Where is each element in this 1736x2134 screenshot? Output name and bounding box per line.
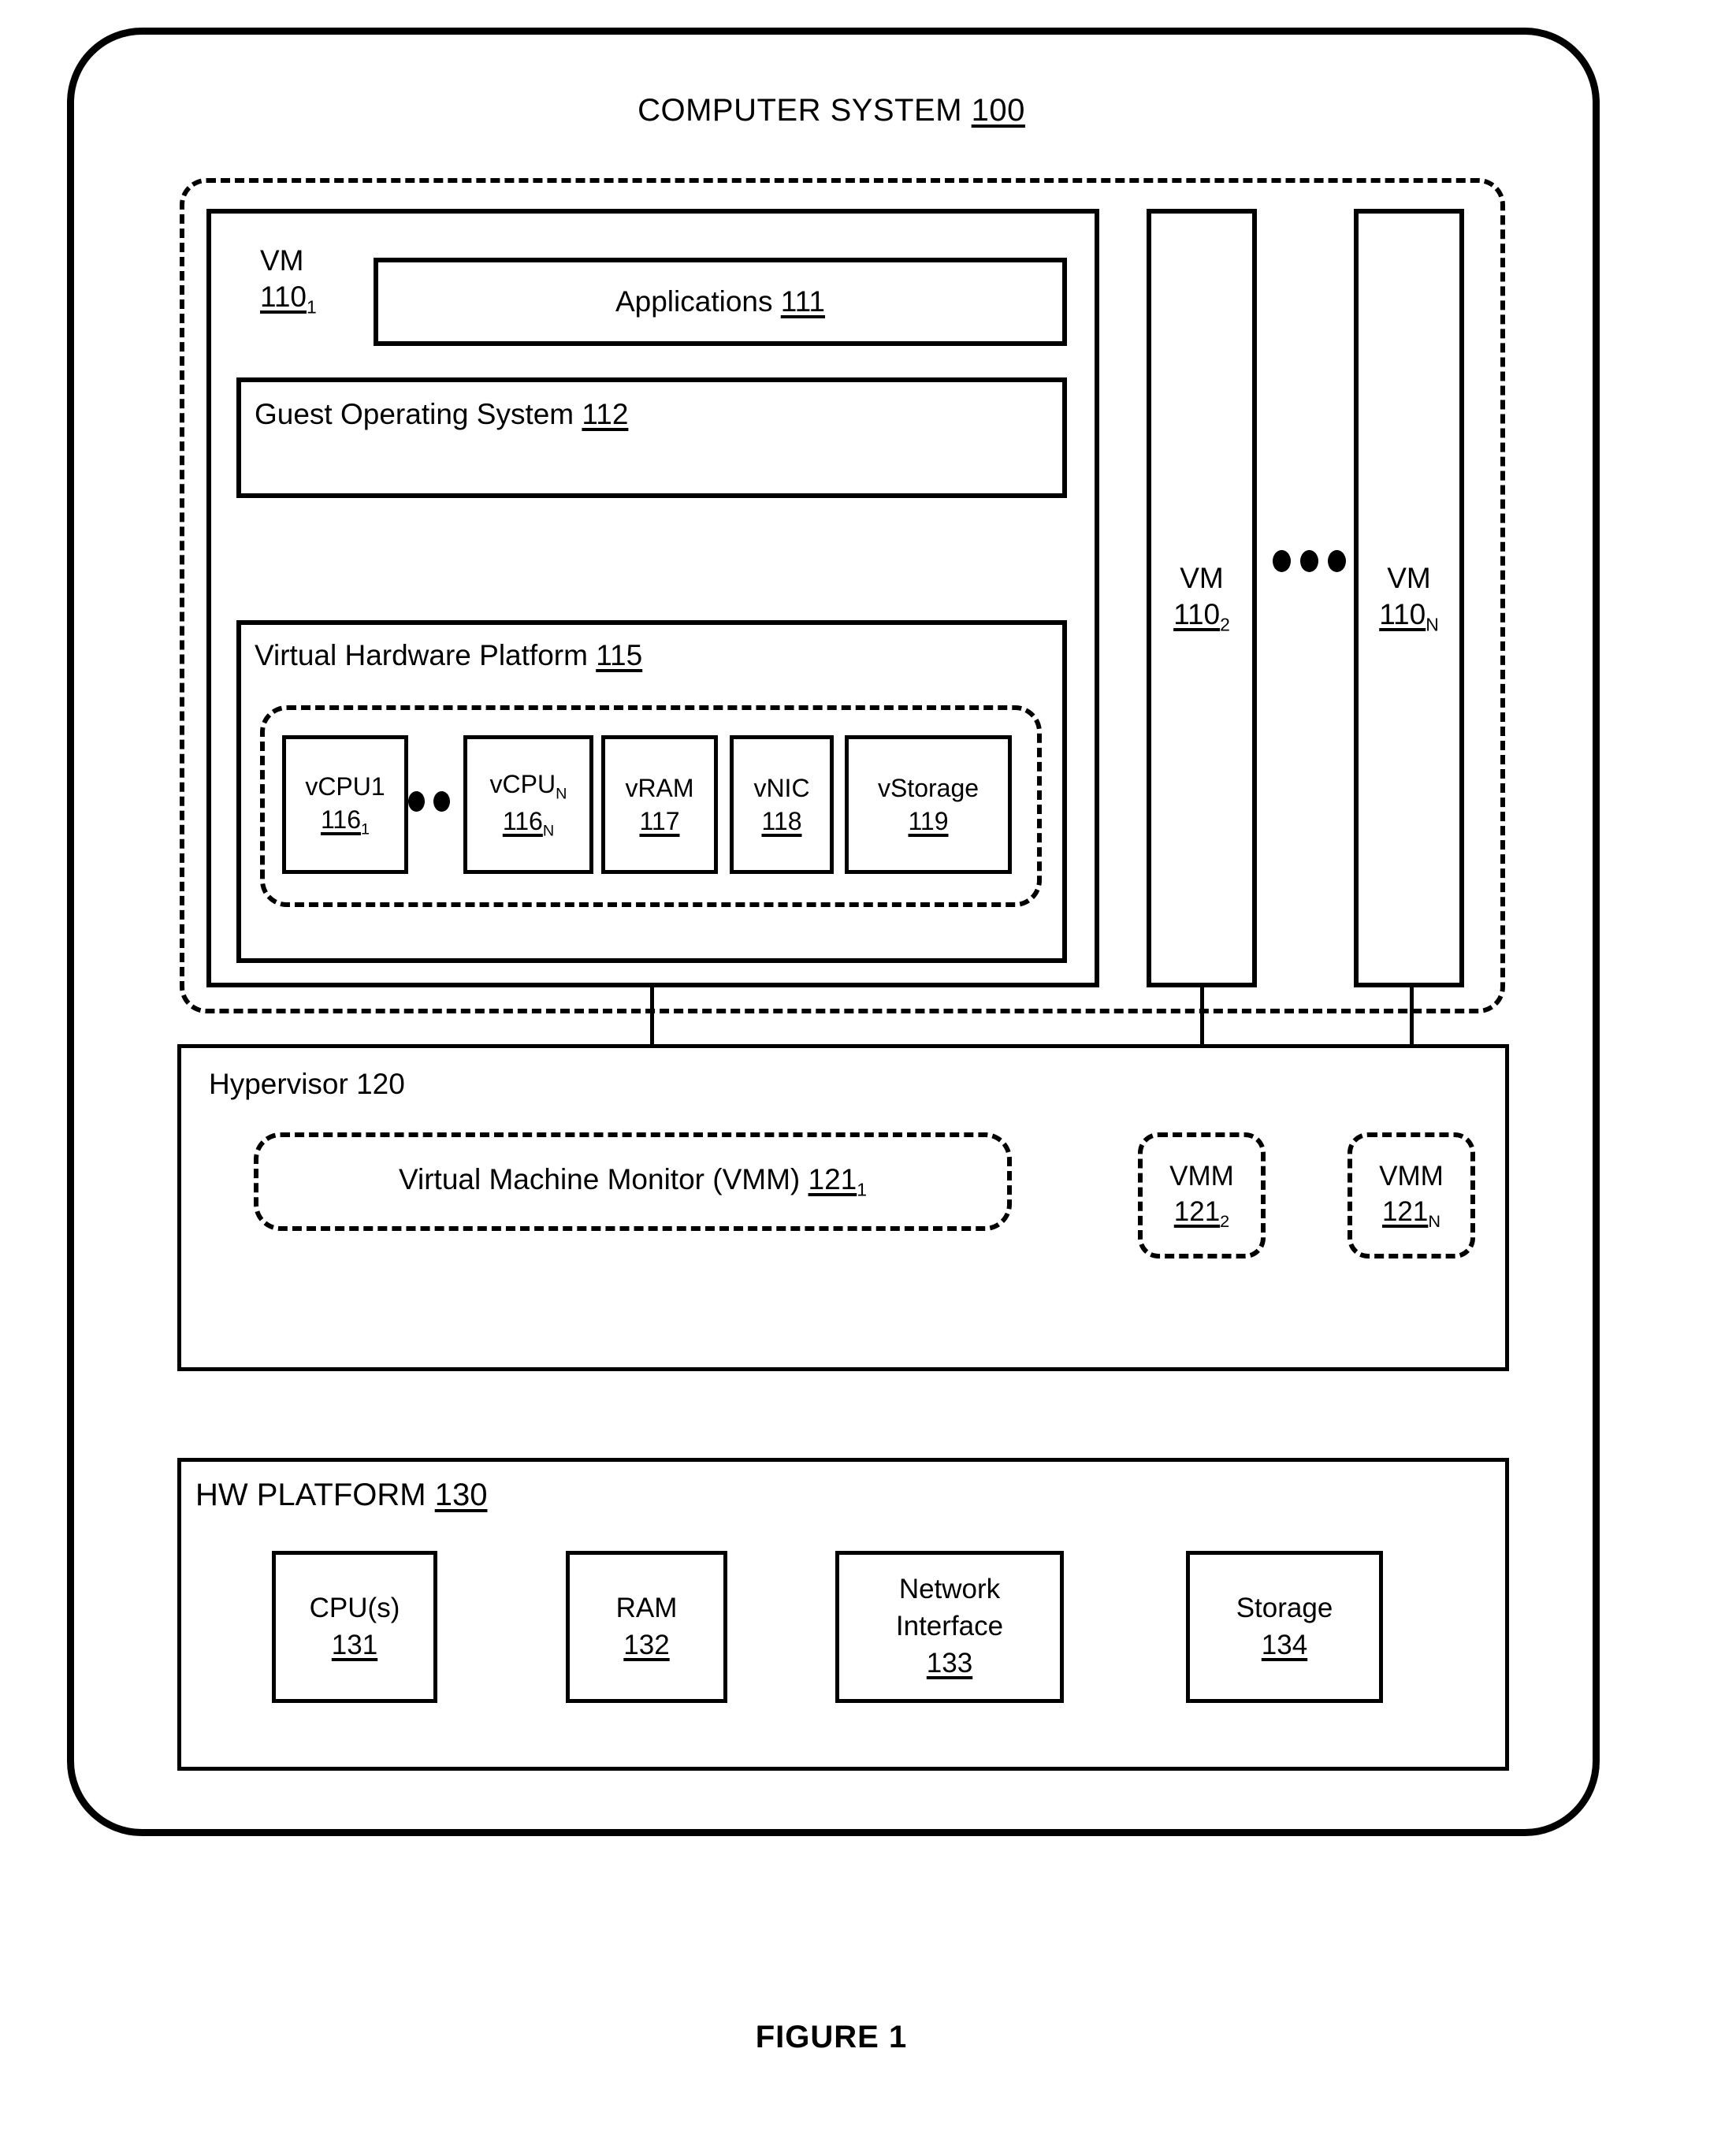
vmm1-label: Virtual Machine Monitor (VMM) (398, 1162, 801, 1195)
hw-platform-label-ref: 130 (434, 1478, 488, 1512)
vdev-vcpu1-sub: 1 (360, 820, 370, 838)
vdev-vstorage: vStorage 119 (845, 735, 1012, 874)
vdev-vram-name: vRAM (625, 773, 694, 802)
virtual-hardware-platform-ref: 115 (596, 639, 643, 671)
hw-item-storage: Storage 134 (1186, 1551, 1383, 1703)
vm-column-2: VM 1102 (1147, 209, 1257, 987)
vm-column-2-ref: 110 (1173, 598, 1221, 631)
vmm2-box: VMM 1212 (1138, 1132, 1266, 1258)
ellipsis-dot-icon (1273, 550, 1291, 572)
applications-label: Applications (615, 285, 773, 318)
vdev-vcpun-sub: N (542, 822, 555, 840)
system-title-text: COMPUTER SYSTEM (638, 93, 963, 128)
vm-column-n-ref: 110 (1379, 598, 1426, 631)
vdev-vnic-ref: 118 (761, 807, 802, 835)
vmm2-sub: 2 (1220, 1211, 1230, 1232)
vdev-vcpu1-ref: 116 (320, 805, 361, 834)
vm-column-2-sub: 2 (1220, 614, 1230, 635)
guest-os-ref: 112 (582, 398, 629, 430)
vm-ellipsis-icon (1273, 550, 1346, 572)
vmmn-label: VMM (1379, 1160, 1444, 1192)
ellipsis-dot-icon (1328, 550, 1346, 572)
hw-item-network-line2: Interface (895, 1611, 1004, 1642)
applications-ref: 111 (780, 285, 826, 318)
vdev-vcpun-name: vCPU (489, 770, 556, 799)
hw-platform-label: HW PLATFORM 130 (195, 1478, 487, 1513)
vdev-vstorage-name: vStorage (877, 773, 980, 802)
vmmn-box: VMM 121N (1348, 1132, 1475, 1258)
vdev-vcpun-name-sub: N (556, 785, 567, 803)
ellipsis-dot-icon (408, 791, 425, 812)
hw-item-cpu: CPU(s) 131 (272, 1551, 437, 1703)
vm1-label-text: VM (260, 244, 304, 277)
ellipsis-dot-icon (1300, 550, 1318, 572)
figure-canvas: COMPUTER SYSTEM 100 VM 1101 Applications… (0, 0, 1736, 2134)
guest-os-box: Guest Operating System 112 (236, 377, 1067, 498)
applications-box: Applications 111 (374, 258, 1067, 346)
hw-item-ram-line1: RAM (615, 1592, 678, 1623)
hypervisor-label: Hypervisor 120 (209, 1068, 405, 1101)
hw-item-ram: RAM 132 (566, 1551, 727, 1703)
hw-item-network-line1: Network (898, 1574, 1001, 1605)
vm-column-n: VM 110N (1354, 209, 1464, 987)
vdev-vcpu1-name: vCPU1 (305, 771, 385, 801)
vmm2-ref: 121 (1173, 1196, 1221, 1228)
vdev-vnic: vNIC 118 (730, 735, 834, 874)
vm-column-n-sub: N (1426, 614, 1439, 635)
vm1-label-ref: 110 (260, 281, 307, 314)
ellipsis-dot-icon (433, 791, 450, 812)
hw-item-cpu-line1: CPU(s) (309, 1592, 400, 1623)
vdev-vcpun-ref: 116 (502, 807, 543, 835)
virtual-hardware-platform-label: Virtual Hardware Platform (255, 639, 588, 671)
vdev-vcpun: vCPUN 116N (463, 735, 593, 874)
hw-item-storage-ref: 134 (1261, 1629, 1308, 1660)
vm-column-n-label: VM (1387, 561, 1431, 594)
vmmn-ref: 121 (1381, 1196, 1429, 1228)
figure-caption: FIGURE 1 (755, 2020, 908, 2054)
hw-item-cpu-ref: 131 (331, 1629, 378, 1660)
hw-platform-label-text: HW PLATFORM (195, 1478, 426, 1512)
vmm1-sub: 1 (857, 1179, 868, 1200)
vmmn-sub: N (1428, 1211, 1441, 1232)
vm1-label: VM 1101 (260, 243, 370, 318)
hw-item-storage-line1: Storage (1236, 1592, 1333, 1623)
vdev-vram: vRAM 117 (601, 735, 718, 874)
hw-item-ram-ref: 132 (623, 1629, 670, 1660)
vdev-vcpu1: vCPU1 1161 (282, 735, 408, 874)
vmm1-box: Virtual Machine Monitor (VMM) 1211 (254, 1132, 1012, 1231)
vm1-label-sub: 1 (307, 296, 317, 318)
vmm2-label: VMM (1169, 1160, 1234, 1192)
vdev-vstorage-ref: 119 (908, 807, 949, 835)
hw-item-network-ref: 133 (926, 1647, 973, 1679)
hypervisor-label-text: Hypervisor (209, 1068, 348, 1100)
hw-item-network-interface: Network Interface 133 (835, 1551, 1064, 1703)
vdev-ellipsis-icon (408, 791, 463, 812)
vdev-vram-ref: 117 (639, 807, 680, 835)
page-title: COMPUTER SYSTEM 100 (0, 93, 1663, 128)
hypervisor-label-ref: 120 (356, 1068, 405, 1100)
system-title-ref: 100 (971, 93, 1025, 128)
vm-column-2-label: VM (1180, 561, 1224, 594)
guest-os-label: Guest Operating System (255, 398, 574, 430)
vdev-vnic-name: vNIC (753, 773, 810, 802)
vmm1-ref: 121 (808, 1162, 857, 1195)
